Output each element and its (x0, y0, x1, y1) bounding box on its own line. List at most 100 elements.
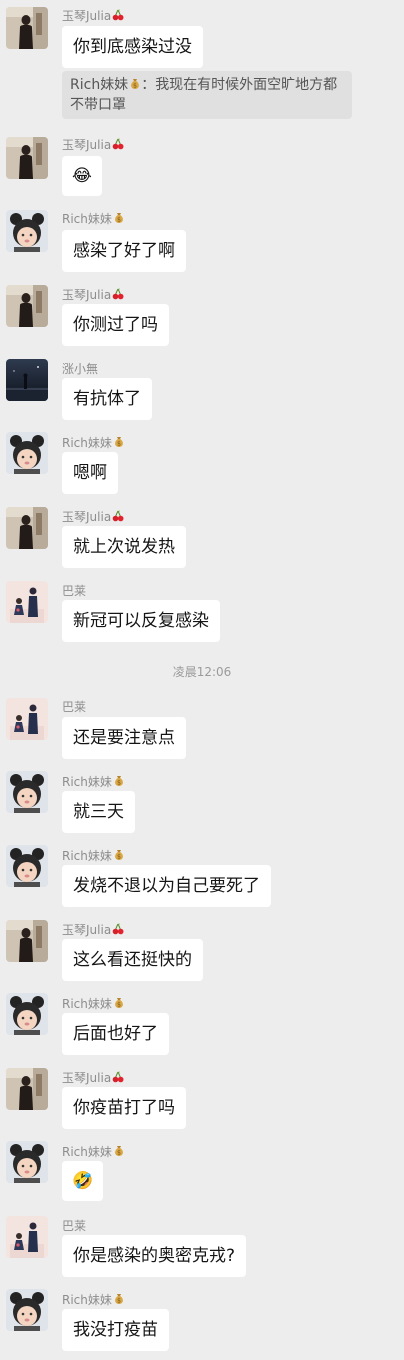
sender-name: Rich妹妹 (62, 849, 125, 863)
message-text: 你测过了吗 (73, 315, 158, 335)
sender-name-text: 涨小無 (62, 362, 99, 376)
message-text: 还是要注意点 (73, 728, 175, 748)
message-bubble[interactable]: 就三天 (62, 791, 135, 833)
sender-name-text: Rich妹妹 (62, 1145, 112, 1159)
message-bubble[interactable]: 你是感染的奥密克戎? (62, 1235, 247, 1277)
sender-name: 玉琴Julia (62, 9, 124, 23)
message-bubble[interactable]: 后面也好了 (62, 1013, 169, 1055)
message-bubble[interactable]: 你到底感染过没 (62, 26, 203, 68)
sender-name-text: Rich妹妹 (62, 212, 112, 226)
message-bubble[interactable]: 发烧不退以为自己要死了 (62, 865, 271, 907)
sender-name: Rich妹妹 (62, 997, 125, 1011)
avatar-rich[interactable] (6, 993, 48, 1035)
sender-name: 玉琴Julia (62, 288, 124, 302)
avatar-yuqin[interactable] (6, 507, 48, 549)
sender-name: Rich妹妹 (62, 436, 125, 450)
money-bag-icon (113, 1293, 125, 1305)
message-bubble[interactable]: 你疫苗打了吗 (62, 1087, 186, 1129)
cherry-icon (112, 288, 124, 300)
avatar-yuqin[interactable] (6, 7, 48, 49)
message-bubble[interactable]: 感染了好了啊 (62, 230, 186, 272)
message-text: 发烧不退以为自己要死了 (73, 876, 260, 896)
sender-name-text: Rich妹妹 (62, 1293, 112, 1307)
avatar-yuqin[interactable] (6, 1068, 48, 1110)
cherry-icon (112, 1071, 124, 1083)
avatar-rich[interactable] (6, 1289, 48, 1331)
sender-name-text: 玉琴Julia (62, 510, 112, 524)
sender-name-text: 巴莱 (62, 1219, 87, 1233)
message-text: 我没打疫苗 (73, 1320, 158, 1340)
message-text: 有抗体了 (73, 389, 141, 409)
message-bubble[interactable]: 就上次说发热 (62, 526, 186, 568)
quote-author: Rich妹妹 (70, 77, 129, 93)
message-text: 感染了好了啊 (73, 241, 175, 261)
message-text: 新冠可以反复感染 (73, 611, 209, 631)
sender-name: 玉琴Julia (62, 923, 124, 937)
avatar-bacai[interactable] (6, 581, 48, 623)
sender-name: 玉琴Julia (62, 510, 124, 524)
money-bag-icon (113, 1145, 125, 1157)
avatar-yuqin[interactable] (6, 920, 48, 962)
avatar-bacai[interactable] (6, 1216, 48, 1258)
cherry-icon (112, 9, 124, 21)
avatar-rich[interactable] (6, 432, 48, 474)
cherry-icon (112, 510, 124, 522)
message-bubble[interactable]: 这么看还挺快的 (62, 939, 203, 981)
money-bag-icon (113, 775, 125, 787)
message-bubble[interactable]: 🤣 (62, 1161, 104, 1201)
timestamp: 凌晨12:06 (172, 665, 232, 679)
message-bubble[interactable]: 有抗体了 (62, 378, 152, 420)
cherry-icon (112, 923, 124, 935)
message-text: 你到底感染过没 (73, 37, 192, 57)
message-text: 🤣 (72, 1171, 94, 1191)
sender-name-text: 巴莱 (62, 584, 87, 598)
message-text: 后面也好了 (73, 1024, 158, 1044)
sender-name: Rich妹妹 (62, 1293, 125, 1307)
sender-name-text: 巴莱 (62, 700, 87, 714)
money-bag-icon (113, 436, 125, 448)
message-text: 这么看还挺快的 (73, 950, 192, 970)
quoted-message[interactable]: Rich妹妹 ：我现在有时候外面空旷地方都不带口罩 (62, 71, 352, 119)
sender-name-text: 玉琴Julia (62, 1071, 112, 1085)
sender-name-text: Rich妹妹 (62, 436, 112, 450)
avatar-rich[interactable] (6, 1141, 48, 1183)
message-bubble[interactable]: 嗯啊 (62, 452, 118, 494)
avatar-yuqin[interactable] (6, 285, 48, 327)
sender-name: 巴莱 (62, 1219, 86, 1233)
money-bag-icon (113, 212, 125, 224)
money-bag-icon (113, 849, 125, 861)
message-text: 你是感染的奥密克戎? (73, 1246, 236, 1266)
avatar-zhang[interactable] (6, 359, 48, 401)
sender-name: Rich妹妹 (62, 775, 125, 789)
message-text: 嗯啊 (73, 463, 107, 483)
money-bag-icon (129, 78, 141, 90)
sender-name: Rich妹妹 (62, 212, 125, 226)
avatar-rich[interactable] (6, 771, 48, 813)
sender-name-text: 玉琴Julia (62, 923, 112, 937)
money-bag-icon (113, 997, 125, 1009)
message-bubble[interactable]: 😂 (62, 156, 102, 196)
avatar-yuqin[interactable] (6, 137, 48, 179)
message-text: 就上次说发热 (73, 537, 175, 557)
message-bubble[interactable]: 我没打疫苗 (62, 1309, 169, 1351)
cherry-icon (112, 138, 124, 150)
avatar-bacai[interactable] (6, 698, 48, 740)
message-bubble[interactable]: 新冠可以反复感染 (62, 600, 220, 642)
quote-separator: ： (141, 77, 156, 93)
message-text: 😂 (72, 166, 92, 186)
sender-name-text: 玉琴Julia (62, 138, 112, 152)
message-bubble[interactable]: 你测过了吗 (62, 304, 169, 346)
sender-name-text: 玉琴Julia (62, 9, 112, 23)
sender-name-text: Rich妹妹 (62, 775, 112, 789)
sender-name: 涨小無 (62, 362, 98, 376)
avatar-rich[interactable] (6, 210, 48, 252)
avatar-rich[interactable] (6, 845, 48, 887)
sender-name: 玉琴Julia (62, 1071, 124, 1085)
message-text: 你疫苗打了吗 (73, 1098, 175, 1118)
sender-name: 巴莱 (62, 700, 86, 714)
sender-name-text: Rich妹妹 (62, 849, 112, 863)
sender-name-text: Rich妹妹 (62, 997, 112, 1011)
sender-name: 巴莱 (62, 584, 86, 598)
sender-name: Rich妹妹 (62, 1145, 125, 1159)
message-bubble[interactable]: 还是要注意点 (62, 717, 186, 759)
